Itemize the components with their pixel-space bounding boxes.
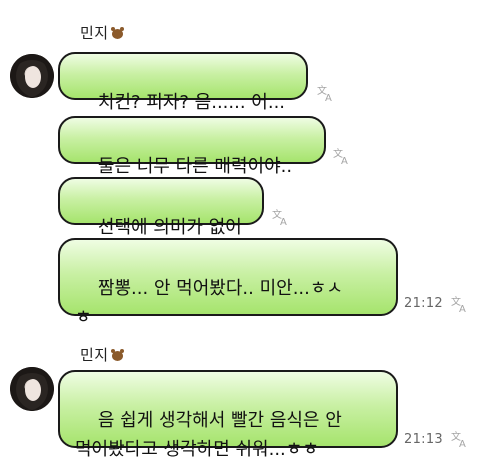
svg-text:A: A [459, 439, 466, 448]
sender-name: 민지 [80, 22, 124, 43]
bear-emoji-icon [110, 27, 124, 39]
translate-icon[interactable]: 文 A [332, 145, 352, 165]
profile-avatar[interactable] [10, 367, 54, 411]
svg-text:A: A [280, 217, 287, 226]
message-bubble[interactable]: 치킨? 피자? 음...... 어... [58, 52, 308, 113]
message-timestamp: 21:12 [404, 296, 443, 311]
sender-name: 민지 [80, 344, 124, 365]
message-timestamp: 21:13 [404, 432, 443, 447]
translate-icon[interactable]: 文 A [450, 293, 470, 313]
message-bubble[interactable]: 짬뽕... 안 먹어봤다.. 미안...ㅎㅅ ㅎ [58, 238, 398, 328]
profile-avatar[interactable] [10, 54, 54, 98]
message-text: 선택에 의미가 없어 [97, 217, 242, 238]
message-bubble[interactable]: 둘은 너무 다른 매력이야.. [58, 116, 326, 177]
message-bubble[interactable]: 음 쉽게 생각해서 빨간 음식은 안 먹어봤다고 생각하면 쉬워...ㅎㅎ [58, 370, 398, 460]
message-text: 짬뽕... 안 먹어봤다.. 미안...ㅎㅅ ㅎ [75, 278, 343, 328]
translate-icon[interactable]: 文 A [450, 428, 470, 448]
translate-icon[interactable]: 文 A [316, 82, 336, 102]
translate-icon[interactable]: 文 A [271, 206, 291, 226]
chat-screen: 민지 치킨? 피자? 음...... 어... 文 A 둘은 너무 다른 매력이… [0, 0, 480, 469]
message-text: 음 쉽게 생각해서 빨간 음식은 안 먹어봤다고 생각하면 쉬워...ㅎㅎ [75, 410, 342, 460]
svg-text:A: A [459, 304, 466, 313]
message-text: 치킨? 피자? 음...... 어... [97, 92, 286, 113]
message-text: 둘은 너무 다른 매력이야.. [97, 156, 293, 177]
message-bubble[interactable]: 선택에 의미가 없어 [58, 177, 264, 238]
bear-emoji-icon [110, 349, 124, 361]
svg-text:A: A [325, 93, 332, 102]
svg-text:A: A [341, 156, 348, 165]
